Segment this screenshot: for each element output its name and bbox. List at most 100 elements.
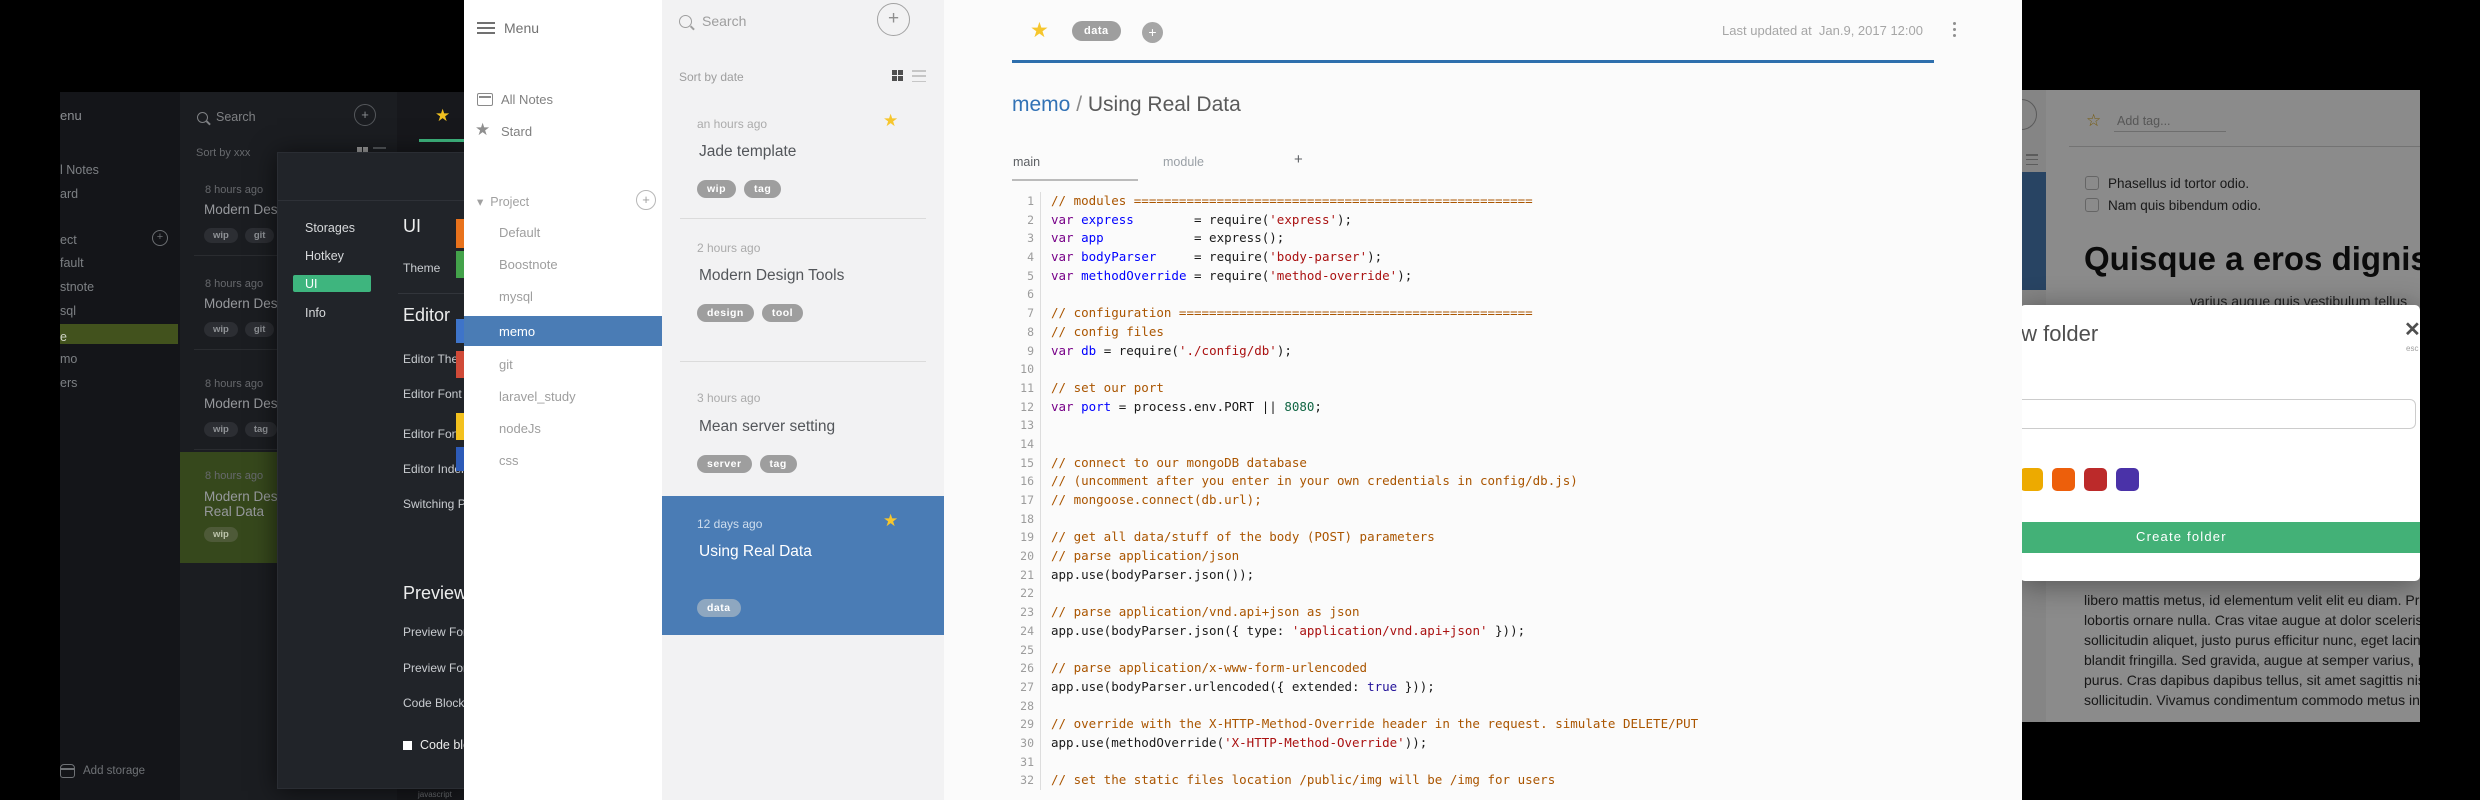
list-view-icon[interactable] — [912, 70, 926, 82]
menu-label[interactable]: Menu — [504, 20, 539, 36]
settings-row[interactable]: Code Block Theme — [403, 696, 464, 710]
add-folder-icon[interactable]: + — [152, 230, 168, 246]
settings-row[interactable]: Editor Font Family — [403, 427, 464, 441]
folder-color-option[interactable] — [2052, 468, 2075, 491]
sidebar-folder-css[interactable]: css — [499, 453, 519, 468]
esc-hint-label: esc — [2406, 344, 2419, 353]
code-text: // config files — [1051, 323, 1164, 339]
add-snippet-tab-button[interactable]: + — [1294, 151, 1303, 168]
folder-name-input[interactable] — [2022, 399, 2416, 429]
note-list-panel: Search + Sort by date an hours ago ★ Jade … — [662, 0, 944, 800]
code-line: 8 // config files — [1012, 322, 1698, 342]
line-number: 26 — [1012, 659, 1041, 678]
dark-sidebar-item[interactable]: sql — [60, 304, 76, 318]
dark-sidebar-item[interactable]: stnote — [60, 280, 94, 294]
tab-main[interactable]: main — [1013, 155, 1040, 169]
star-icon[interactable]: ★ — [883, 111, 898, 131]
code-line: 9 var db = require('./config/db'); — [1012, 341, 1698, 361]
code-line: 16 // (uncomment after you enter in your … — [1012, 472, 1698, 491]
code-block-checkbox[interactable]: Code block line number — [403, 738, 464, 752]
sidebar-item-starred[interactable]: Stard — [501, 124, 532, 139]
code-line: 11 // set our port — [1012, 378, 1698, 398]
folder-color-option[interactable] — [2116, 468, 2139, 491]
kebab-menu-icon[interactable] — [1953, 22, 1956, 37]
dark-sidebar-item[interactable]: e — [60, 330, 67, 344]
dark-sort-label[interactable]: Sort by xxx — [196, 147, 250, 159]
code-area[interactable]: 1 // modules ============================… — [1012, 192, 1698, 790]
dark-sidebar-item[interactable]: l Notes — [60, 163, 99, 177]
note-tags: server tag — [697, 455, 797, 473]
sidebar-folder-Boostnote[interactable]: Boostnote — [499, 257, 558, 272]
settings-row[interactable]: Switching Preview — [403, 497, 464, 511]
tag-pill: wip — [204, 322, 238, 337]
sidebar-folder-nodeJs[interactable]: nodeJs — [499, 421, 541, 436]
settings-row[interactable]: Preview Font Family — [403, 661, 464, 675]
code-line: 29 // override with the X-HTTP-Method-Ove… — [1012, 715, 1698, 734]
star-icon[interactable]: ★ — [435, 106, 450, 126]
note-time: 8 hours ago — [205, 378, 264, 390]
note-title: Modern Des — [204, 202, 278, 217]
settings-nav-hotkey[interactable]: Hotkey — [305, 249, 344, 263]
settings-row[interactable]: Editor Theme — [403, 352, 464, 366]
sidebar-folder-Default[interactable]: Default — [499, 225, 540, 240]
line-number: 31 — [1012, 752, 1041, 772]
tag-pill: wip — [204, 228, 238, 243]
settings-section-heading: UI — [403, 216, 421, 236]
grid-view-icon[interactable] — [892, 70, 903, 81]
add-storage-button[interactable]: Add storage — [60, 764, 145, 778]
code-line: 17 // mongoose.connect(db.url); — [1012, 491, 1698, 510]
line-number: 5 — [1012, 266, 1041, 286]
project-group-toggle[interactable]: ▾ Project — [477, 194, 529, 209]
hamburger-icon[interactable] — [477, 22, 495, 37]
note-time: 8 hours ago — [205, 184, 264, 196]
note-title: memo / Using Real Data — [1012, 93, 1241, 117]
code-text: app.use(bodyParser.urlencoded({ extended… — [1051, 678, 1435, 694]
code-line: 31 — [1012, 752, 1698, 772]
sidebar-item-all-notes[interactable]: All Notes — [501, 92, 553, 107]
note-tags: data — [697, 599, 741, 617]
dark-sidebar-item[interactable]: fault — [60, 256, 84, 270]
code-text: // (uncomment after you enter in your ow… — [1051, 473, 1578, 489]
code-line: 25 — [1012, 640, 1698, 660]
settings-row[interactable]: Preview Font Size — [403, 625, 464, 639]
dark-new-note-button[interactable]: + — [354, 104, 376, 126]
sidebar-folder-git[interactable]: git — [499, 357, 513, 372]
dark-folder-selected-row[interactable] — [60, 324, 178, 344]
add-tag-button[interactable]: + — [1142, 22, 1163, 43]
screenshot-stage: enu l Notes ard ect + fault stnote sql e mo ers A… — [0, 0, 2480, 800]
star-toggle[interactable]: ★ — [1030, 18, 1049, 43]
line-number: 2 — [1012, 210, 1041, 230]
note-tag-pill: data — [1072, 21, 1121, 41]
tag-pill: data — [697, 599, 741, 617]
folder-color-option[interactable] — [2022, 468, 2043, 491]
dark-sidebar-item[interactable]: ers — [60, 376, 77, 390]
note-tags: wip — [204, 527, 238, 542]
code-text: // parse application/json — [1051, 548, 1240, 564]
settings-nav-storages[interactable]: Storages — [305, 221, 355, 235]
sidebar-folder-mysql[interactable]: mysql — [499, 289, 533, 304]
breadcrumb-folder[interactable]: memo — [1012, 93, 1070, 116]
last-updated-label: Last updated at Jan.9, 2017 12:00 — [1722, 23, 1923, 38]
settings-nav-info[interactable]: Info — [305, 306, 326, 320]
folder-selected-row[interactable] — [464, 316, 662, 346]
settings-row[interactable]: Editor Font Size — [403, 387, 464, 401]
dark-sidebar-item[interactable]: mo — [60, 352, 77, 366]
search-icon — [679, 14, 692, 28]
dark-sidebar-item[interactable]: ect — [60, 233, 77, 247]
dark-search-input[interactable]: Search — [197, 110, 256, 124]
sidebar-folder-memo[interactable]: memo — [499, 324, 535, 339]
search-input[interactable]: Search — [679, 13, 746, 29]
line-number: 27 — [1012, 677, 1041, 697]
settings-nav-ui[interactable]: UI — [305, 277, 318, 291]
tab-module[interactable]: module — [1163, 155, 1204, 169]
settings-row[interactable]: Editor Indent Style — [403, 462, 464, 476]
star-icon[interactable]: ★ — [883, 511, 898, 531]
close-icon[interactable]: ✕ — [2404, 317, 2420, 342]
dark-sidebar-item[interactable]: ard — [60, 187, 78, 201]
add-folder-button[interactable]: + — [636, 190, 656, 210]
preview-heading: Preview — [403, 583, 464, 603]
sidebar-folder-laravel_study[interactable]: laravel_study — [499, 389, 576, 404]
new-note-button[interactable]: + — [877, 3, 910, 36]
sort-dropdown[interactable]: Sort by date — [679, 70, 744, 84]
folder-color-option[interactable] — [2084, 468, 2107, 491]
